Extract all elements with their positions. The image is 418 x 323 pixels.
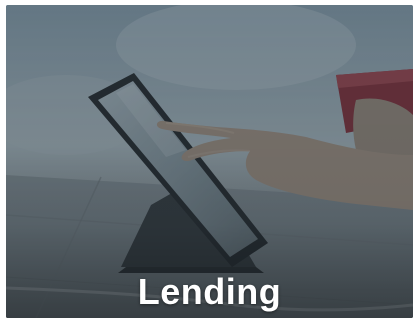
lending-tile[interactable]: Lending bbox=[6, 5, 413, 318]
tile-caption: Lending bbox=[137, 271, 282, 312]
